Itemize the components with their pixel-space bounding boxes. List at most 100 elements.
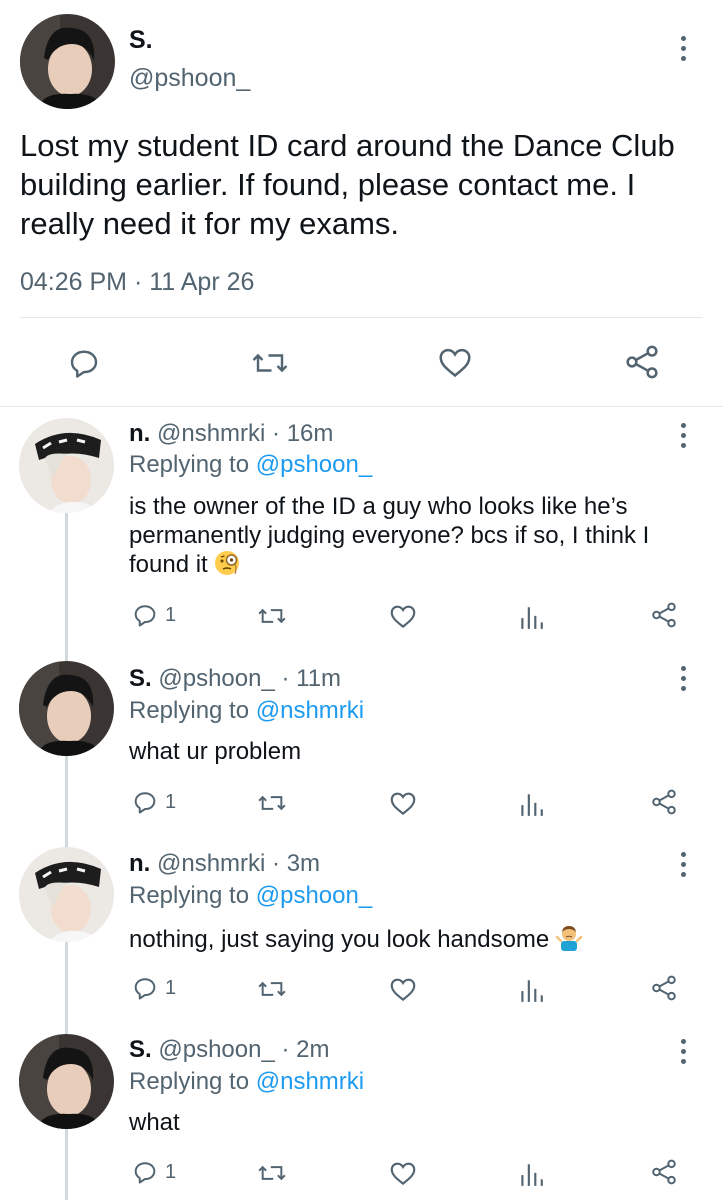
reply-button[interactable]: 1 <box>131 1158 176 1186</box>
reply-text-content: nothing, just saying you look handsome <box>129 926 550 953</box>
handle[interactable]: @nshmrki <box>157 420 265 447</box>
reply-text: what <box>129 1108 699 1137</box>
replying-to: Replying to @pshoon_ <box>129 881 372 911</box>
like-icon <box>439 348 471 378</box>
retweet-icon <box>258 795 286 811</box>
handle[interactable]: @pshoon_ <box>158 1036 274 1063</box>
divider <box>20 317 703 318</box>
display-name[interactable]: n. <box>129 850 150 877</box>
more-options-icon[interactable] <box>677 1039 689 1064</box>
views-button[interactable] <box>518 790 544 818</box>
reply-text: nothing, just saying you look handsome <box>129 923 699 958</box>
display-name[interactable]: S. <box>129 665 152 692</box>
retweet-button[interactable] <box>256 602 288 630</box>
man-shrugging-icon <box>555 923 583 958</box>
handle[interactable]: @pshoon_ <box>158 665 274 692</box>
reply-text-content: what ur problem <box>129 738 302 765</box>
avatar[interactable] <box>19 847 114 942</box>
reply-header: n. @nshmrki · 3m <box>129 849 320 879</box>
views-button[interactable] <box>518 976 544 1004</box>
retweet-icon <box>258 1165 286 1181</box>
more-options-icon[interactable] <box>677 36 689 61</box>
display-name[interactable]: n. <box>129 420 150 447</box>
handle[interactable]: @nshmrki <box>157 850 265 877</box>
share-button[interactable] <box>649 600 679 630</box>
reply-count: 1 <box>165 1160 177 1183</box>
share-icon <box>652 975 676 1001</box>
reply-age: · 3m <box>272 850 321 877</box>
retweet-button[interactable] <box>256 975 288 1003</box>
mention-link[interactable]: @nshmrki <box>256 1068 364 1095</box>
avatar[interactable] <box>20 14 115 109</box>
reply-icon <box>70 350 98 378</box>
reply-text: is the owner of the ID a guy who looks l… <box>129 492 699 583</box>
divider <box>0 406 723 407</box>
reply-button[interactable] <box>66 345 102 381</box>
views-icon <box>521 794 543 816</box>
retweet-icon <box>258 981 286 997</box>
share-button[interactable] <box>622 342 662 382</box>
avatar[interactable] <box>19 418 114 513</box>
share-button[interactable] <box>649 973 679 1003</box>
more-options-icon[interactable] <box>677 852 689 877</box>
display-name[interactable]: S. <box>129 26 153 55</box>
reply-text-content: what <box>129 1109 180 1136</box>
replying-to-label: Replying to <box>129 451 256 478</box>
reply-button[interactable]: 1 <box>131 601 176 629</box>
views-button[interactable] <box>518 603 544 631</box>
reply-header: S. @pshoon_ · 11m <box>129 664 341 694</box>
share-icon <box>626 345 658 379</box>
like-icon <box>390 978 416 1001</box>
avatar[interactable] <box>19 1034 114 1129</box>
reply-count: 1 <box>165 976 177 999</box>
like-button[interactable] <box>436 343 474 381</box>
reply-icon <box>134 978 156 1000</box>
share-icon <box>652 1159 676 1185</box>
avatar[interactable] <box>19 661 114 756</box>
like-button[interactable] <box>388 601 418 631</box>
reply-button[interactable]: 1 <box>131 788 176 816</box>
like-icon <box>390 1162 416 1185</box>
reply-header: S. @pshoon_ · 2m <box>129 1035 329 1065</box>
reply-header: n. @nshmrki · 16m <box>129 419 333 449</box>
reply-age: · 2m <box>281 1036 330 1063</box>
display-name[interactable]: S. <box>129 1036 152 1063</box>
share-icon <box>652 602 676 628</box>
reply-count: 1 <box>165 790 177 813</box>
like-button[interactable] <box>388 974 418 1004</box>
views-icon <box>521 980 543 1002</box>
share-icon <box>652 789 676 815</box>
like-button[interactable] <box>388 788 418 818</box>
share-button[interactable] <box>649 787 679 817</box>
more-options-icon[interactable] <box>677 666 689 691</box>
views-icon <box>521 1164 543 1186</box>
share-button[interactable] <box>649 1157 679 1187</box>
retweet-button[interactable] <box>256 789 288 817</box>
timestamp[interactable]: 04:26 PM · 11 Apr 26 <box>20 268 254 297</box>
mention-link[interactable]: @pshoon_ <box>256 882 372 909</box>
monocle-face-icon <box>214 550 240 583</box>
like-icon <box>390 605 416 628</box>
mention-link[interactable]: @nshmrki <box>256 697 364 724</box>
reply-text: what ur problem <box>129 737 699 766</box>
like-button[interactable] <box>388 1158 418 1188</box>
handle[interactable]: @pshoon_ <box>129 64 250 93</box>
reply-text-content: is the owner of the ID a guy who looks l… <box>129 493 650 578</box>
retweet-button[interactable] <box>256 1159 288 1187</box>
tweet-text: Lost my student ID card around the Dance… <box>20 128 675 241</box>
views-icon <box>521 607 543 629</box>
reply-icon <box>134 1162 156 1184</box>
reply-icon <box>134 605 156 627</box>
reply-button[interactable]: 1 <box>131 974 176 1002</box>
replying-to: Replying to @nshmrki <box>129 1067 364 1097</box>
replying-to-label: Replying to <box>129 697 256 724</box>
reply-count: 1 <box>165 603 177 626</box>
replying-to-label: Replying to <box>129 1068 256 1095</box>
mention-link[interactable]: @pshoon_ <box>256 451 372 478</box>
views-button[interactable] <box>518 1160 544 1188</box>
retweet-button[interactable] <box>250 345 290 381</box>
more-options-icon[interactable] <box>677 423 689 448</box>
like-icon <box>390 792 416 815</box>
replying-to-label: Replying to <box>129 882 256 909</box>
retweet-icon <box>252 353 288 373</box>
